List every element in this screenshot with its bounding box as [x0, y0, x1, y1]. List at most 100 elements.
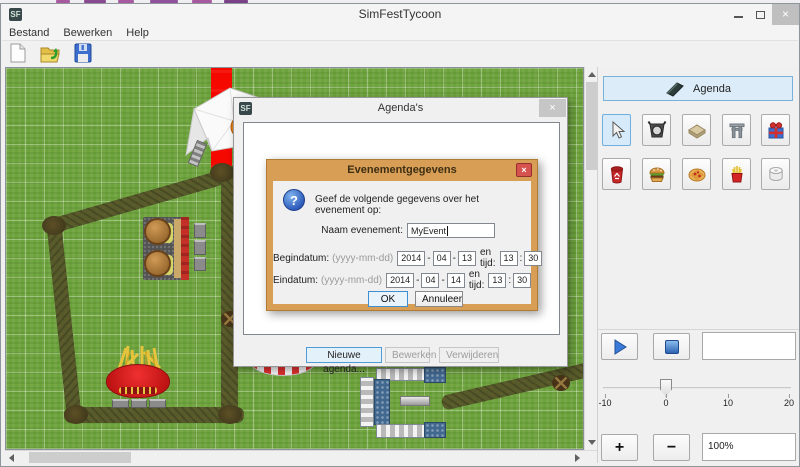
dirt-path: [64, 407, 244, 423]
toilet-roof: [424, 367, 446, 383]
play-button[interactable]: [601, 333, 638, 360]
close-button[interactable]: ×: [772, 4, 799, 25]
new-agenda-button[interactable]: Nieuwe agenda...: [306, 347, 382, 363]
menu-help[interactable]: Help: [119, 25, 156, 41]
begin-month-input[interactable]: [433, 251, 451, 266]
scroll-thumb[interactable]: [29, 452, 131, 463]
agenda-button[interactable]: Agenda: [603, 76, 793, 101]
agendas-dialog-title: Agenda's: [378, 102, 424, 114]
ok-button[interactable]: OK: [368, 291, 408, 307]
event-dialog: Evenementgegevens × ? Geef de volgende g…: [266, 159, 538, 311]
zoom-in-button[interactable]: +: [601, 434, 638, 461]
cancel-button[interactable]: Annuleer: [415, 291, 463, 307]
end-minute-input[interactable]: [513, 273, 531, 288]
end-month-input[interactable]: [421, 273, 439, 288]
agendas-dialog-close-button[interactable]: ×: [539, 99, 566, 117]
edit-agenda-button[interactable]: Bewerken: [385, 347, 430, 363]
scroll-down-arrow[interactable]: [588, 440, 596, 445]
spotlight-icon: [647, 120, 667, 140]
question-icon: ?: [283, 189, 305, 211]
end-year-input[interactable]: [386, 273, 414, 288]
date-format-hint: (yyyy-mm-dd): [332, 253, 393, 264]
begin-day-input[interactable]: [458, 251, 476, 266]
date-separator: -: [453, 253, 456, 264]
burger-icon: [647, 164, 667, 184]
map-vertical-scrollbar[interactable]: [584, 67, 597, 450]
dirt-path: [47, 225, 82, 418]
gift-tool-button[interactable]: [761, 114, 790, 146]
fries-bowl-label: [119, 387, 157, 394]
event-dialog-close-button[interactable]: ×: [516, 163, 532, 177]
dialog-icon: SF: [239, 102, 252, 115]
scroll-up-arrow[interactable]: [588, 72, 596, 77]
menu-bewerken[interactable]: Bewerken: [56, 25, 119, 41]
end-date-label: Eindatum:: [273, 275, 318, 286]
menu-bestand[interactable]: Bestand: [2, 25, 56, 41]
scroll-thumb[interactable]: [586, 82, 597, 170]
stop-icon: [664, 339, 680, 355]
fries-bowl: [106, 364, 170, 398]
bench: [131, 399, 148, 408]
new-file-button[interactable]: [6, 41, 30, 65]
event-dialog-titlebar[interactable]: Evenementgegevens ×: [267, 160, 537, 181]
window-title: SimFestTycoon: [2, 4, 798, 25]
time-label: en tijd:: [480, 247, 496, 269]
date-separator: -: [427, 253, 430, 264]
cursor-tool-button[interactable]: [602, 114, 631, 146]
path-corner: [64, 405, 88, 424]
burger-stand: [143, 217, 189, 280]
bench: [194, 223, 206, 238]
stage-tool-button[interactable]: [682, 114, 711, 146]
begin-hour-input[interactable]: [500, 251, 518, 266]
pizza-icon: [687, 164, 707, 184]
scroll-right-arrow[interactable]: [575, 454, 580, 462]
bench: [112, 399, 129, 408]
burger: [144, 218, 171, 245]
begin-year-input[interactable]: [397, 251, 425, 266]
slider-label: 20: [777, 398, 800, 408]
path-corner: [218, 405, 242, 424]
map-horizontal-scrollbar[interactable]: [5, 450, 597, 463]
path-corner: [42, 216, 66, 235]
status-panel: [702, 332, 796, 360]
gate-tool-button[interactable]: [722, 114, 751, 146]
stage-icon: [687, 120, 707, 140]
app-window: SF SimFestTycoon × BestandBewerkenHelp: [0, 3, 800, 467]
slider-label: 10: [716, 398, 740, 408]
event-name-input[interactable]: MyEvent: [407, 223, 495, 238]
maximize-button[interactable]: [750, 4, 770, 25]
toilet-tool-button[interactable]: [761, 158, 790, 190]
open-file-button[interactable]: [38, 41, 62, 65]
agenda-button-label: Agenda: [693, 83, 731, 95]
agendas-dialog-titlebar[interactable]: SF Agenda's ×: [234, 98, 567, 119]
save-file-button[interactable]: [71, 41, 95, 65]
sidebar-divider: [598, 329, 799, 330]
speed-slider-track[interactable]: [603, 387, 791, 389]
delete-agenda-button[interactable]: Verwijderen: [439, 347, 499, 363]
slider-label: -10: [593, 398, 617, 408]
scroll-left-arrow[interactable]: [9, 454, 14, 462]
spotlight-tool-button[interactable]: [642, 114, 671, 146]
trash-can-icon: [607, 164, 627, 184]
fries-stand-tool-button[interactable]: [722, 158, 751, 190]
minimize-button[interactable]: [728, 4, 748, 25]
pizza-stand-tool-button[interactable]: [682, 158, 711, 190]
zoom-out-button[interactable]: −: [653, 434, 690, 461]
bench: [194, 257, 206, 271]
begin-minute-input[interactable]: [524, 251, 542, 266]
date-separator: -: [416, 275, 419, 286]
menu-bar: BestandBewerkenHelp: [2, 25, 798, 41]
toilet-block: [360, 365, 452, 441]
end-day-input[interactable]: [447, 273, 465, 288]
begin-date-label: Begindatum:: [273, 253, 329, 264]
time-label: en tijd:: [469, 269, 485, 291]
burger-stand-tool-button[interactable]: [642, 158, 671, 190]
stop-button[interactable]: [653, 333, 690, 360]
event-prompt: Geef de volgende gegevens over het evene…: [315, 194, 531, 216]
trash-can-tool-button[interactable]: [602, 158, 631, 190]
end-hour-input[interactable]: [488, 273, 506, 288]
title-bar[interactable]: SF SimFestTycoon ×: [2, 4, 798, 25]
time-separator: :: [520, 253, 523, 264]
burger-stand-counter: [174, 219, 181, 278]
open-folder-icon: [39, 42, 61, 64]
